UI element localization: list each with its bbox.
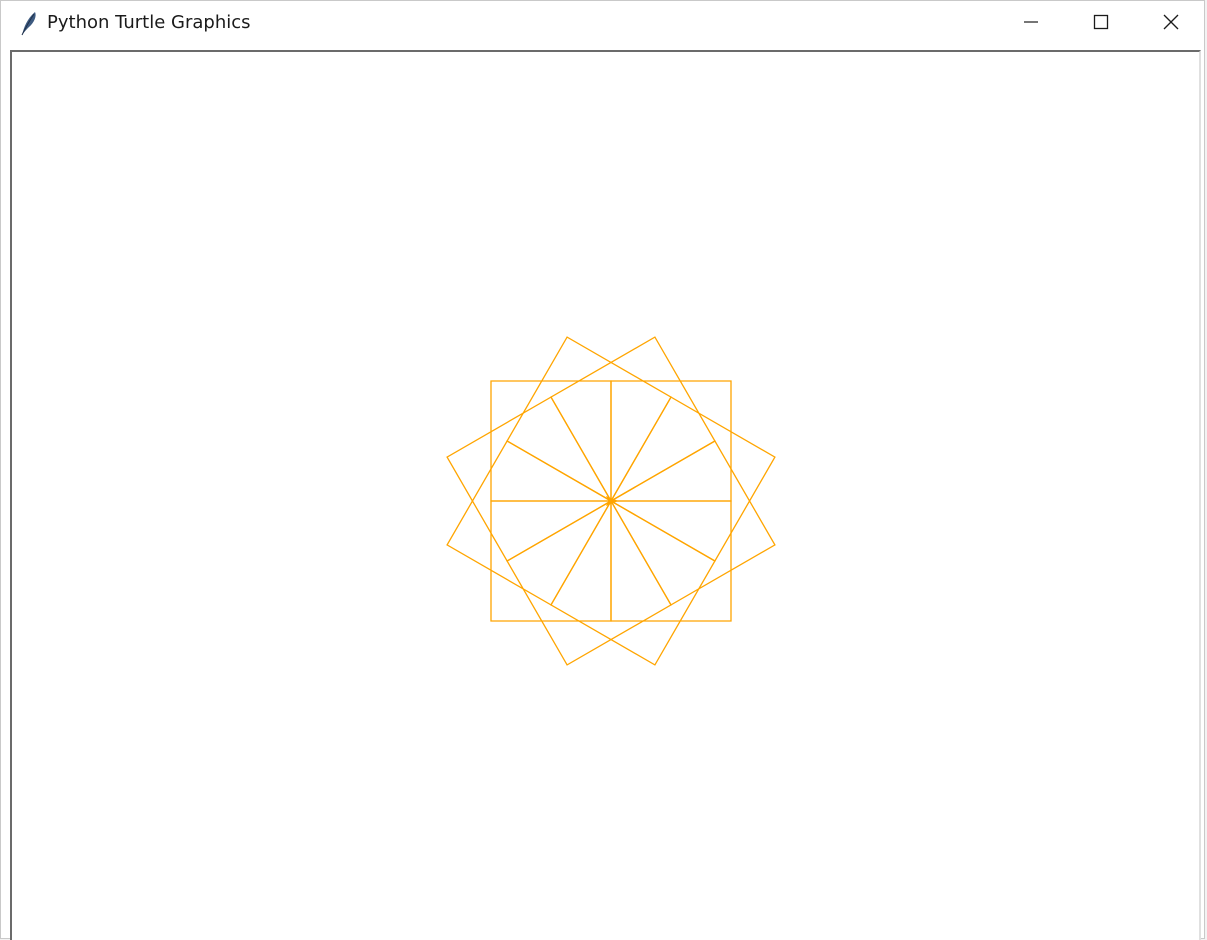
turtle-canvas-frame[interactable] (10, 50, 1201, 940)
turtle-window: Python Turtle Graphics (0, 0, 1205, 940)
title-bar[interactable]: Python Turtle Graphics (1, 1, 1204, 47)
turtle-square (506, 336, 672, 502)
turtle-square (490, 500, 612, 622)
minimize-icon (1023, 14, 1039, 34)
turtle-square (610, 396, 776, 562)
turtle-square (446, 440, 612, 606)
minimize-button[interactable] (996, 1, 1066, 47)
maximize-icon (1093, 14, 1109, 34)
turtle-square (610, 440, 776, 606)
turtle-square (446, 396, 612, 562)
close-button[interactable] (1136, 1, 1206, 47)
turtle-canvas[interactable] (12, 52, 1199, 940)
window-title: Python Turtle Graphics (47, 12, 251, 33)
close-icon (1163, 14, 1179, 34)
turtle-square (506, 500, 672, 666)
turtle-square (610, 380, 732, 502)
turtle-square (610, 500, 732, 622)
turtle-square (550, 336, 716, 502)
turtle-square (550, 500, 716, 666)
turtle-square (490, 380, 612, 502)
feather-icon (18, 10, 40, 36)
maximize-button[interactable] (1066, 1, 1136, 47)
